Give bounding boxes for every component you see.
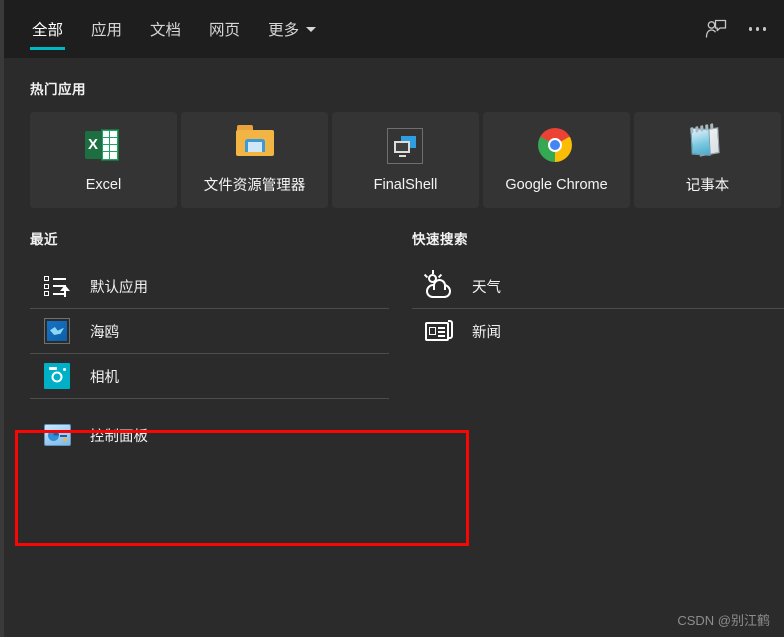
news-icon xyxy=(424,316,454,346)
list-item-control-panel[interactable]: 控制面板 xyxy=(30,413,404,457)
control-panel-icon xyxy=(42,420,72,450)
excel-icon: X xyxy=(84,128,123,166)
quick-search-section: 快速搜索 天气 新闻 xyxy=(404,228,784,457)
popular-apps-heading: 热门应用 xyxy=(30,82,86,97)
chrome-icon xyxy=(537,127,576,166)
list-item-label: 控制面板 xyxy=(90,428,148,445)
list-item-label: 默认应用 xyxy=(90,279,148,296)
topbar-actions xyxy=(705,19,773,39)
app-tile-notepad[interactable]: 记事本 xyxy=(634,112,781,208)
tab-bar: 全部 应用 文档 网页 更多 xyxy=(4,0,784,58)
tab-web[interactable]: 网页 xyxy=(195,0,254,58)
recent-heading: 最近 xyxy=(30,232,58,247)
popular-apps-section: 热门应用 X Excel 文件资源管理器 FinalShell Google C… xyxy=(4,58,784,208)
tab-more[interactable]: 更多 xyxy=(254,0,330,58)
recent-list: 默认应用 海鸥 相机 控制面板 xyxy=(30,264,404,457)
list-divider xyxy=(30,398,389,399)
results-columns: 最近 默认应用 海鸥 相机 控制面板 快速搜索 天气 新闻 xyxy=(4,228,784,457)
list-item-label: 天气 xyxy=(472,279,501,296)
app-tile-label: Excel xyxy=(85,176,122,193)
list-item-label: 新闻 xyxy=(472,324,501,341)
search-results-panel: 全部 应用 文档 网页 更多 热门应用 X Excel 文件资源管理器 Fina… xyxy=(0,0,784,637)
popular-apps-tiles: X Excel 文件资源管理器 FinalShell Google Chrome… xyxy=(30,112,784,208)
person-feedback-icon[interactable] xyxy=(705,19,727,39)
app-tile-excel[interactable]: X Excel xyxy=(30,112,177,208)
tab-all[interactable]: 全部 xyxy=(18,0,77,58)
app-tile-label: FinalShell xyxy=(373,176,438,193)
watermark-text: CSDN @别江鹤 xyxy=(677,613,770,628)
tab-list: 全部 应用 文档 网页 更多 xyxy=(18,0,330,58)
list-item-label: 海鸥 xyxy=(90,324,119,341)
app-tile-finalshell[interactable]: FinalShell xyxy=(332,112,479,208)
app-tile-file-explorer[interactable]: 文件资源管理器 xyxy=(181,112,328,208)
app-tile-label: Google Chrome xyxy=(505,176,608,193)
tab-documents[interactable]: 文档 xyxy=(136,0,195,58)
list-item-camera[interactable]: 相机 xyxy=(30,354,404,398)
list-item-news[interactable]: 新闻 xyxy=(412,309,784,353)
list-item-default-apps[interactable]: 默认应用 xyxy=(30,264,404,308)
tab-apps-label: 应用 xyxy=(91,22,123,39)
camera-icon xyxy=(42,361,72,391)
more-dots xyxy=(748,27,766,31)
folder-icon xyxy=(235,125,274,163)
default-apps-icon xyxy=(42,271,72,301)
app-tile-label: 文件资源管理器 xyxy=(203,178,306,194)
chevron-down-icon xyxy=(306,26,317,32)
more-options-icon[interactable] xyxy=(748,27,766,31)
app-tile-google-chrome[interactable]: Google Chrome xyxy=(483,112,630,208)
finalshell-icon xyxy=(386,127,425,166)
list-item-seagull[interactable]: 海鸥 xyxy=(30,309,404,353)
quick-search-list: 天气 新闻 xyxy=(412,264,784,353)
list-item-label: 相机 xyxy=(90,369,119,386)
recent-section: 最近 默认应用 海鸥 相机 控制面板 xyxy=(4,228,404,457)
tab-apps[interactable]: 应用 xyxy=(77,0,136,58)
list-item-weather[interactable]: 天气 xyxy=(412,264,784,308)
weather-icon xyxy=(423,270,454,301)
app-tile-label: 记事本 xyxy=(685,178,730,194)
tab-more-label: 更多 xyxy=(268,22,300,39)
seagull-app-icon xyxy=(42,316,72,346)
quick-search-heading: 快速搜索 xyxy=(412,232,468,247)
tab-web-label: 网页 xyxy=(209,22,241,39)
notepad-icon xyxy=(689,123,727,163)
tab-all-label: 全部 xyxy=(32,22,64,39)
tab-documents-label: 文档 xyxy=(150,22,182,39)
